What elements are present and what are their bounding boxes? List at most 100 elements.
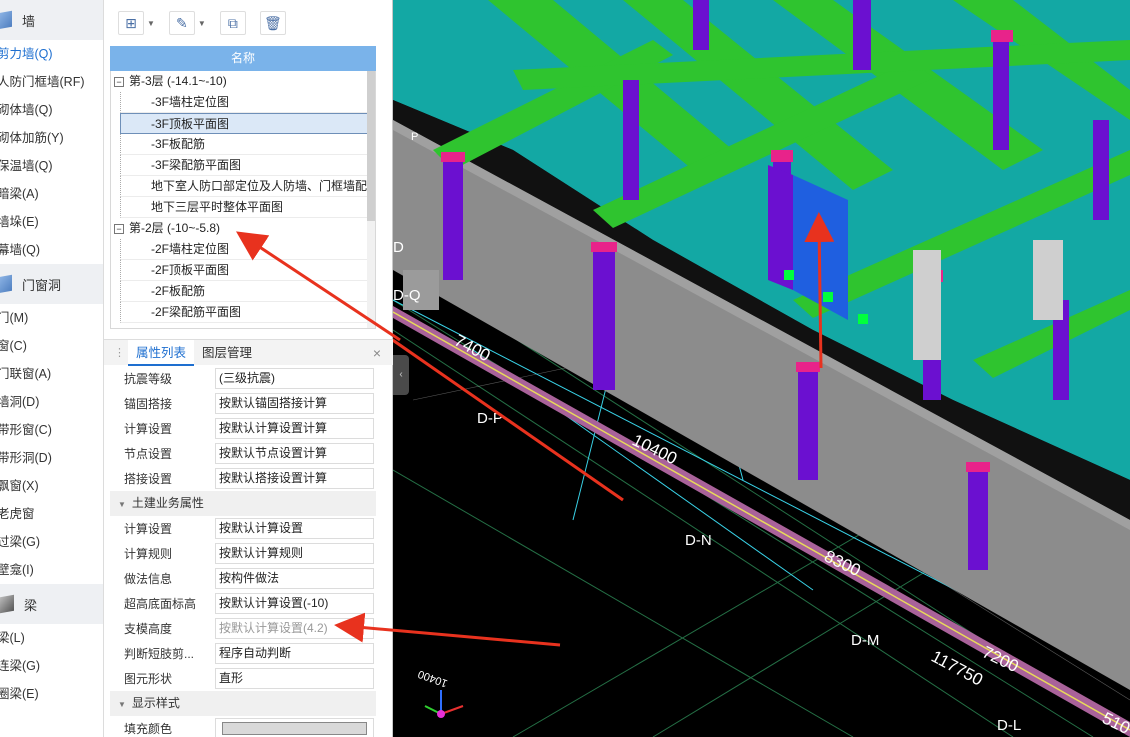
nav-item[interactable]: 飘窗(X): [0, 472, 103, 500]
drawing-tree: − 第-3层 (-14.1~-10) -3F墙柱定位图 -3F顶板平面图 -3F板配…: [110, 71, 376, 329]
axis-gizmo: [424, 690, 464, 718]
nav-item[interactable]: 过梁(G): [0, 528, 103, 556]
property-value[interactable]: 按默认锚固搭接计算: [215, 393, 374, 414]
tree-item[interactable]: 地下三层平时整体平面图: [120, 197, 375, 218]
nav-item[interactable]: 带形窗(C): [0, 416, 103, 444]
tree-item[interactable]: 地下室人防口部定位及人防墙、门框墙配...: [120, 176, 375, 197]
edit-icon[interactable]: ✎: [168, 11, 195, 35]
property-row: 图元形状 直形: [110, 666, 376, 691]
property-value[interactable]: 按默认节点设置计算: [215, 443, 374, 464]
tab-layers[interactable]: 图层管理: [194, 340, 260, 366]
tree-floor-label: 第-2层 (-10~-5.8): [129, 221, 221, 235]
tree-scrollbar[interactable]: [367, 71, 375, 328]
property-value[interactable]: 按默认计算设置计算: [215, 418, 374, 439]
property-key: 搭接设置: [124, 472, 173, 486]
nav-group-label: 梁: [24, 597, 38, 613]
nav-item[interactable]: 窗(C): [0, 332, 103, 360]
chevron-down-icon[interactable]: ▼: [198, 19, 206, 28]
new-icon[interactable]: ⊞: [118, 11, 144, 35]
collapse-triangle-icon: ▼: [118, 500, 126, 509]
property-key: 计算设置: [124, 422, 173, 436]
property-value[interactable]: 按默认计算设置(-10): [215, 593, 374, 614]
drag-grip-icon[interactable]: ⋮⋮: [114, 346, 136, 359]
nav-group-beam[interactable]: 梁: [0, 584, 103, 624]
axis-label: D-Q: [393, 287, 421, 304]
axis-label: D-L: [997, 717, 1021, 734]
nav-item[interactable]: 带形洞(D): [0, 444, 103, 472]
fill-color-swatch[interactable]: [215, 718, 374, 737]
chevron-down-icon[interactable]: ▼: [147, 19, 155, 28]
nav-group-opening[interactable]: 门窗洞: [0, 264, 103, 304]
nav-item[interactable]: 圈梁(E): [0, 680, 103, 708]
tree-floor-node[interactable]: − 第-3层 (-14.1~-10): [111, 71, 375, 92]
property-value[interactable]: 按默认搭接设置计算: [215, 468, 374, 489]
axis-label: D-M: [851, 632, 879, 649]
tree-item[interactable]: -3F板配筋: [120, 134, 375, 155]
property-row: 判断短肢剪... 程序自动判断: [110, 641, 376, 666]
delete-icon[interactable]: 🗑: [259, 11, 286, 35]
nav-item[interactable]: 老虎窗: [0, 500, 103, 528]
property-key: 填充颜色: [124, 722, 173, 736]
model-viewport[interactable]: 7400 10400 8300 7200 117750 510 10400 D-…: [393, 0, 1130, 737]
nav-item[interactable]: 保温墙(Q): [0, 152, 103, 180]
collapse-icon[interactable]: −: [114, 223, 124, 234]
tree-item[interactable]: -3F梁配筋平面图: [120, 155, 375, 176]
property-key: 计算设置: [124, 522, 173, 536]
nav-item[interactable]: 人防门框墙(RF): [0, 68, 103, 96]
nav-item[interactable]: 墙洞(D): [0, 388, 103, 416]
nav-item[interactable]: 门(M): [0, 304, 103, 332]
tree-floor-node[interactable]: − 第-2层 (-10~-5.8): [111, 218, 375, 239]
nav-group-label: 墙: [22, 13, 36, 29]
property-key: 抗震等级: [124, 372, 173, 386]
property-key: 判断短肢剪...: [124, 647, 195, 661]
color-swatch: [222, 722, 367, 735]
tree-item[interactable]: -2F墙柱定位图: [120, 239, 375, 260]
property-value[interactable]: 直形: [215, 668, 374, 689]
tree-item[interactable]: -3F墙柱定位图: [120, 92, 375, 113]
door-window-icon: [0, 274, 12, 294]
property-key: 锚固搭接: [124, 397, 173, 411]
nav-item[interactable]: 墙垛(E): [0, 208, 103, 236]
nav-item[interactable]: 连梁(G): [0, 652, 103, 680]
axis-label: P: [411, 131, 418, 143]
nav-item[interactable]: 梁(L): [0, 624, 103, 652]
collapse-icon[interactable]: −: [114, 76, 124, 87]
nav-item[interactable]: 砌体加筋(Y): [0, 124, 103, 152]
axis-label: D-N: [685, 532, 712, 549]
property-value[interactable]: (三级抗震): [215, 368, 374, 389]
tree-item[interactable]: -3F顶板平面图: [120, 113, 375, 134]
property-value[interactable]: 按默认计算设置(4.2): [215, 618, 374, 639]
panel-collapse-handle[interactable]: ‹: [393, 355, 409, 395]
dim-label: 7200: [979, 643, 1021, 677]
property-value[interactable]: 按默认计算规则: [215, 543, 374, 564]
property-row: 计算设置 按默认计算设置: [110, 516, 376, 541]
nav-group-wall[interactable]: 墙: [0, 0, 103, 40]
section-civil[interactable]: ▼ 土建业务属性: [110, 491, 376, 516]
nav-item[interactable]: 剪力墙(Q): [0, 40, 103, 68]
tab-properties[interactable]: 属性列表: [128, 339, 195, 366]
nav-item[interactable]: 壁龛(I): [0, 556, 103, 584]
property-row: 超高底面标高 按默认计算设置(-10): [110, 591, 376, 616]
section-display[interactable]: ▼ 显示样式: [110, 691, 376, 716]
property-key: 图元形状: [124, 672, 173, 686]
nav-item[interactable]: 幕墙(Q): [0, 236, 103, 264]
panel-toolbar: ⊞ ▼ ✎ ▼ ⧉ 🗑: [104, 0, 392, 46]
property-value[interactable]: 按默认计算设置: [215, 518, 374, 539]
nav-item[interactable]: 门联窗(A): [0, 360, 103, 388]
tree-item[interactable]: -2F板配筋: [120, 281, 375, 302]
property-value[interactable]: 按构件做法: [215, 568, 374, 589]
scroll-thumb[interactable]: [367, 71, 375, 221]
property-row: 锚固搭接 按默认锚固搭接计算: [110, 391, 376, 416]
dim-label: 10400: [416, 667, 449, 689]
beam-icon: [0, 594, 14, 614]
nav-item[interactable]: 暗梁(A): [0, 180, 103, 208]
property-value[interactable]: 程序自动判断: [215, 643, 374, 664]
copy-icon[interactable]: ⧉: [219, 11, 246, 35]
axis-label: D: [393, 239, 404, 256]
property-key: 节点设置: [124, 447, 173, 461]
close-icon[interactable]: ×: [373, 345, 381, 361]
nav-item[interactable]: 砌体墙(Q): [0, 96, 103, 124]
tree-item[interactable]: -2F顶板平面图: [120, 260, 375, 281]
tree-item[interactable]: -2F梁配筋平面图: [120, 302, 375, 323]
property-row: 做法信息 按构件做法: [110, 566, 376, 591]
